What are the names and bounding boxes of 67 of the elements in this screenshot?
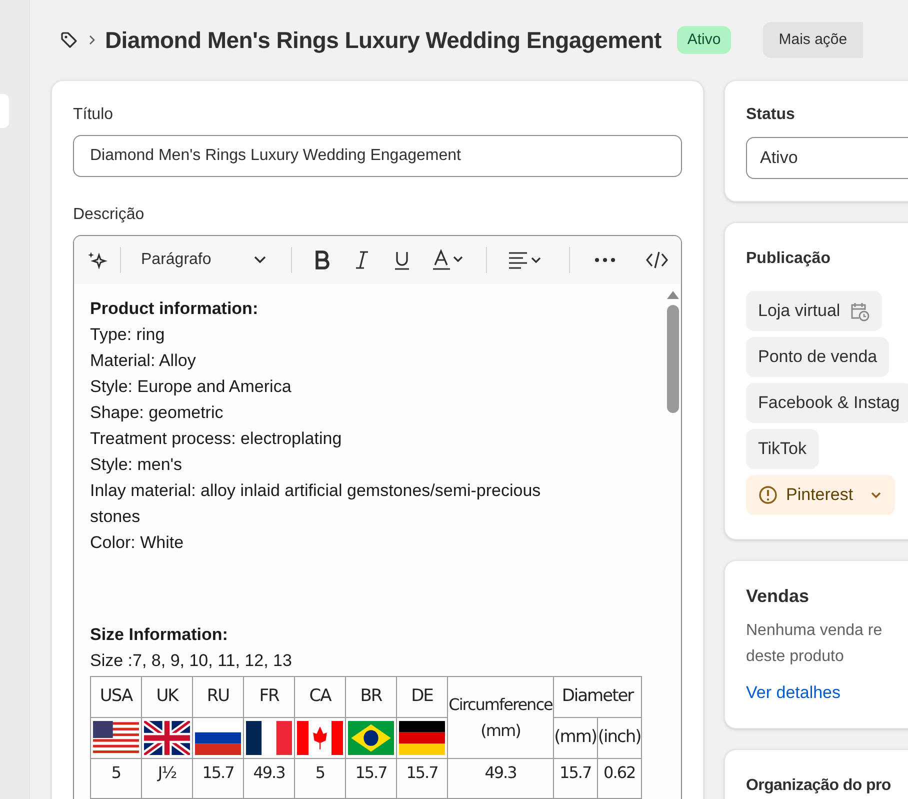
scroll-up-icon[interactable] (666, 290, 680, 299)
description-line: Shape: geometric (90, 402, 224, 424)
description-heading: Size Information: (90, 624, 229, 646)
channel-tag[interactable]: Loja virtual (746, 291, 882, 331)
flag-icon (399, 721, 445, 755)
table-header: (mm) (554, 718, 598, 758)
status-badge: Ativo (677, 26, 731, 54)
page-title: Diamond Men's Rings Luxury Wedding Engagement (105, 26, 662, 55)
tag-icon (59, 30, 79, 50)
description-label: Descrição (73, 205, 146, 225)
description-line: Size :7, 8, 9, 10, 11, 12, 13 (90, 650, 293, 672)
table-header: UK (142, 676, 192, 718)
description-line: Treatment process: electroplating (90, 428, 343, 450)
table-cell: 5 (294, 758, 346, 798)
description-editor[interactable] (73, 235, 682, 799)
sales-text: Nenhuma venda re deste produto (746, 621, 884, 667)
description-heading: Product information: (90, 298, 260, 320)
table-cell: J½ (142, 758, 192, 798)
title-label: Título (73, 105, 114, 125)
table-cell: 15.7 (554, 758, 598, 798)
flag-icon (144, 721, 190, 755)
card-title: Vendas (746, 585, 810, 608)
flag-icon (297, 721, 343, 755)
more-icon[interactable] (594, 257, 616, 263)
table-cell: 5 (90, 758, 142, 798)
table-header: USA (90, 676, 142, 718)
table-header: BR (346, 676, 396, 718)
description-line: Color: White (90, 532, 185, 554)
table-cell: 15.7 (346, 758, 396, 798)
channel-tag[interactable]: Facebook & Instag (746, 383, 908, 423)
table-header: Circumference (mm) (448, 676, 554, 758)
more-actions-button[interactable]: Mais açõe (762, 22, 864, 58)
table-cell: 49.3 (448, 758, 554, 798)
table-cell: 15.7 (192, 758, 244, 798)
title-input[interactable]: Diamond Men's Rings Luxury Wedding Engagement (73, 135, 682, 177)
card-title: Publicação (746, 249, 832, 269)
flag-icon (93, 721, 139, 755)
chevron-down-icon (253, 255, 268, 265)
table-cell: 0.62 (597, 758, 642, 798)
flag-icon (348, 721, 394, 755)
description-line: Material: Alloy (90, 350, 197, 372)
card-title: Organização do pro (746, 776, 892, 796)
table-header: (inch) (597, 718, 642, 758)
table-header: FR (244, 676, 294, 718)
table-cell: 49.3 (244, 758, 294, 798)
code-icon[interactable] (645, 250, 669, 270)
table-header: RU (192, 676, 244, 718)
scrollbar-thumb[interactable] (667, 305, 679, 413)
table-header: CA (294, 676, 346, 718)
channel-warning-tag[interactable]: Pinterest (746, 475, 896, 515)
chevron-right-icon (87, 34, 97, 46)
description-line: Style: men's (90, 454, 184, 476)
description-line: Type: ring (90, 324, 166, 346)
chevron-down-icon (869, 490, 884, 500)
table-header: Diameter (554, 676, 642, 718)
description-line: Inlay material: alloy inlaid artificial gemstones/semi-precious stones (90, 480, 542, 528)
warning-icon (758, 485, 778, 505)
description-line: Style: Europe and America (90, 376, 292, 398)
table-header: DE (396, 676, 448, 718)
channel-tag[interactable]: Ponto de venda (746, 337, 890, 377)
status-select[interactable]: Ativo (746, 137, 908, 179)
card-title: Status (746, 105, 796, 125)
flag-icon (246, 721, 292, 755)
table-cell: 15.7 (396, 758, 448, 798)
details-link[interactable]: Ver detalhes (746, 680, 908, 706)
paragraph-style-dropdown[interactable]: Parágrafo (133, 248, 276, 272)
channel-tag[interactable]: TikTok (746, 429, 818, 469)
